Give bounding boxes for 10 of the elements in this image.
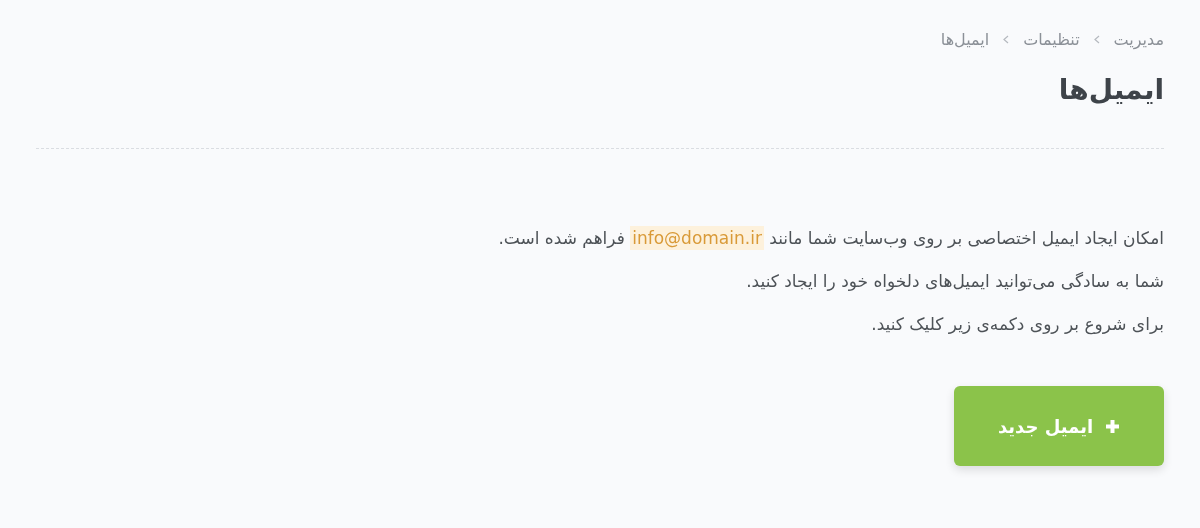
breadcrumb-link[interactable]: مدیریت	[1113, 30, 1164, 49]
plus-icon	[1105, 418, 1121, 434]
breadcrumb-link[interactable]: تنظیمات	[1023, 30, 1080, 49]
page-title: ایمیل‌ها	[1057, 73, 1164, 106]
new-email-button[interactable]: ایمیل جدید	[954, 386, 1164, 466]
chevron-icon	[1093, 35, 1100, 44]
intro-text: شما به سادگی می‌توانید ایمیل‌های دلخواه خود را ایجاد کنید.	[745, 270, 1164, 293]
chevron-icon	[1003, 35, 1010, 44]
intro-text: برای شروع بر روی دکمه‌ی زیر کلیک کنید.	[870, 313, 1164, 337]
email-highlight: info@domain.ir	[630, 226, 764, 250]
